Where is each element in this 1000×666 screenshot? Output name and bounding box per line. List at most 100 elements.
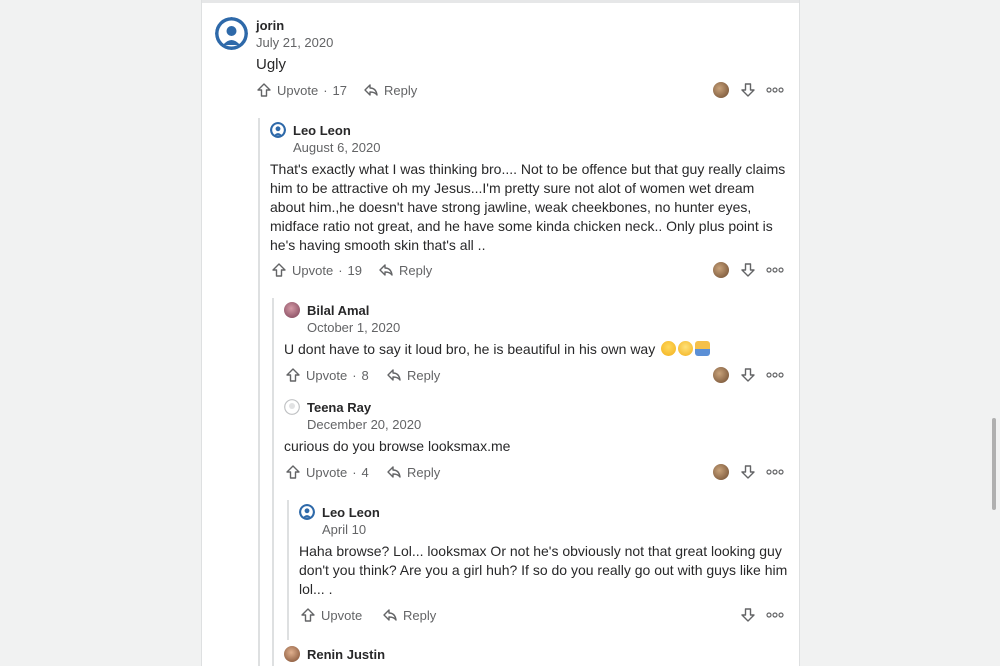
comment-actions: Upvote4 Reply <box>285 462 784 482</box>
upvote-count: 4 <box>347 465 369 480</box>
reply-button[interactable]: Reply <box>382 605 436 625</box>
reacting-users[interactable] <box>713 80 729 100</box>
reacting-users[interactable] <box>713 365 729 385</box>
upvote-button[interactable]: Upvote8 <box>285 365 369 385</box>
comment-author[interactable]: Renin Justin <box>307 647 385 662</box>
comment-date[interactable]: July 21, 2020 <box>256 35 333 50</box>
upvote-count: 17 <box>318 83 347 98</box>
downvote-arrow-icon <box>741 263 755 277</box>
comment-actions: Upvote Reply <box>300 605 784 625</box>
more-dots-icon <box>766 87 784 93</box>
more-dots-icon <box>766 469 784 475</box>
reacting-users[interactable] <box>713 260 729 280</box>
upvote-arrow-icon <box>301 608 315 622</box>
upvote-arrow-icon <box>286 465 300 479</box>
comment-actions: Upvote8 Reply <box>285 365 784 385</box>
more-options-button[interactable] <box>766 80 784 100</box>
upvote-button[interactable]: Upvote17 <box>256 80 347 100</box>
downvote-arrow-icon <box>741 368 755 382</box>
avatar[interactable] <box>270 122 286 138</box>
avatar[interactable] <box>299 504 315 520</box>
more-options-button[interactable] <box>766 462 784 482</box>
reply-button[interactable]: Reply <box>378 260 432 280</box>
downvote-button[interactable] <box>740 605 756 625</box>
upvote-arrow-icon <box>286 368 300 382</box>
upvote-count: 19 <box>333 263 362 278</box>
reply-arrow-icon <box>387 369 401 381</box>
reply-arrow-icon <box>379 264 393 276</box>
avatar-default-icon <box>215 17 248 50</box>
comment-author[interactable]: Leo Leon <box>322 505 380 520</box>
avatar[interactable] <box>284 646 300 662</box>
upvote-label: Upvote <box>277 82 319 98</box>
upvote-label: Upvote <box>306 367 348 383</box>
comment-author[interactable]: jorin <box>256 18 284 33</box>
reply-label: Reply <box>407 367 441 383</box>
reply-label: Reply <box>407 464 441 480</box>
downvote-button[interactable] <box>740 365 756 385</box>
upvote-label: Upvote <box>292 262 334 278</box>
user-avatar-icon <box>713 82 729 98</box>
avatar[interactable] <box>284 399 300 415</box>
reply-button[interactable]: Reply <box>386 365 440 385</box>
comment-author[interactable]: Leo Leon <box>293 123 351 138</box>
more-dots-icon <box>766 372 784 378</box>
comment-actions: Upvote19 Reply <box>271 260 784 280</box>
thread-line <box>287 500 289 640</box>
reply-label: Reply <box>399 262 433 278</box>
comment-date[interactable]: October 1, 2020 <box>307 320 400 335</box>
reacting-users[interactable] <box>713 462 729 482</box>
panel-divider <box>202 0 799 3</box>
upvote-button[interactable]: Upvote19 <box>271 260 362 280</box>
comment-date[interactable]: December 20, 2020 <box>307 417 421 432</box>
comment-actions: Upvote17 Reply <box>256 80 784 100</box>
person-facepalming-emoji-icon <box>695 341 711 356</box>
reply-arrow-icon <box>383 609 397 621</box>
avatar-default-icon <box>299 504 315 520</box>
user-avatar-icon <box>713 367 729 383</box>
comment-date[interactable]: August 6, 2020 <box>293 140 380 155</box>
downvote-arrow-icon <box>741 83 755 97</box>
downvote-button[interactable] <box>740 260 756 280</box>
comment-date[interactable]: April 10 <box>322 522 366 537</box>
reply-label: Reply <box>384 82 418 98</box>
avatar[interactable] <box>215 17 248 50</box>
pleading-face-emoji-icon <box>661 341 677 356</box>
upvote-arrow-icon <box>272 263 286 277</box>
upvote-label: Upvote <box>321 607 363 623</box>
comment-text: Ugly <box>256 56 287 73</box>
user-avatar-icon <box>713 262 729 278</box>
reply-arrow-icon <box>387 466 401 478</box>
reply-button[interactable]: Reply <box>386 462 440 482</box>
upvote-arrow-icon <box>257 83 271 97</box>
more-options-button[interactable] <box>766 365 784 385</box>
more-options-button[interactable] <box>766 260 784 280</box>
reply-arrow-icon <box>364 84 378 96</box>
more-options-button[interactable] <box>766 605 784 625</box>
comment-text: curious do you browse looksmax.me <box>284 438 511 454</box>
reply-label: Reply <box>403 607 437 623</box>
thread-line <box>272 298 274 666</box>
downvote-button[interactable] <box>740 462 756 482</box>
comment-text: Haha browse? Lol... looksmax Or not he's… <box>299 543 788 597</box>
comment-text: That's exactly what I was thinking bro..… <box>270 161 786 253</box>
downvote-arrow-icon <box>741 608 755 622</box>
upvote-label: Upvote <box>306 464 348 480</box>
reply-button[interactable]: Reply <box>363 80 417 100</box>
rolling-eyes-emoji-icon <box>678 341 694 356</box>
avatar-placeholder-icon <box>284 399 300 415</box>
thread-line <box>258 118 260 666</box>
more-dots-icon <box>766 612 784 618</box>
comment-author[interactable]: Bilal Amal <box>307 303 369 318</box>
downvote-button[interactable] <box>740 80 756 100</box>
downvote-arrow-icon <box>741 465 755 479</box>
comment-author[interactable]: Teena Ray <box>307 400 371 415</box>
comment-text: U dont have to say it loud bro, he is be… <box>284 340 784 359</box>
avatar[interactable] <box>284 302 300 318</box>
user-avatar-icon <box>713 464 729 480</box>
upvote-button[interactable]: Upvote <box>300 605 362 625</box>
more-dots-icon <box>766 267 784 273</box>
upvote-button[interactable]: Upvote4 <box>285 462 369 482</box>
upvote-count: 8 <box>347 368 369 383</box>
scrollbar[interactable] <box>992 418 996 510</box>
